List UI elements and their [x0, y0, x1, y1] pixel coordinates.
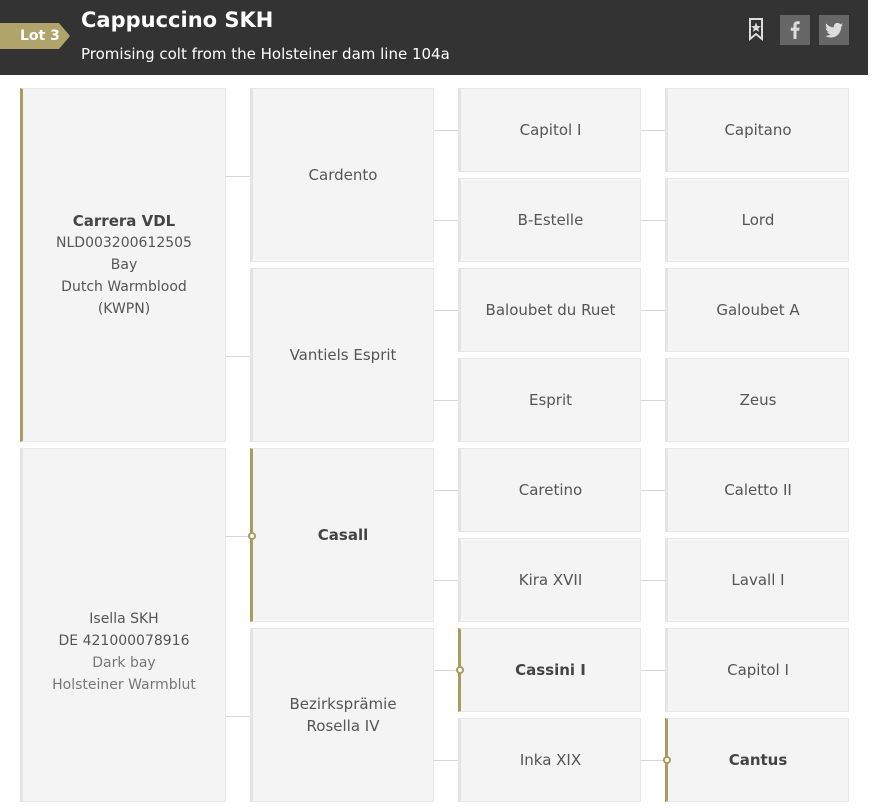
gen3-name-3: Baloubet du Ruet: [485, 301, 616, 319]
gen4-name-6: Lavall I: [731, 571, 785, 589]
bookmark-star-icon[interactable]: [744, 15, 768, 43]
sire-reg-number: NLD003200612505: [56, 235, 192, 251]
dam-sire-name: Casall: [317, 526, 369, 544]
sire-dam-card[interactable]: Vantiels Esprit: [250, 268, 434, 442]
gen4-name-4: Zeus: [739, 391, 777, 409]
gen3-name-1: Capitol I: [519, 121, 582, 139]
gen4-card-3[interactable]: Galoubet A: [665, 268, 849, 352]
gen3-card-6[interactable]: Kira XVII: [458, 538, 641, 622]
dam-name: Isella SKH: [89, 611, 159, 627]
dam-dam-card[interactable]: Bezirksprämie Rosella IV: [250, 628, 434, 802]
gen4-card-4[interactable]: Zeus: [665, 358, 849, 442]
connector-dot: [663, 756, 671, 764]
dam-card[interactable]: Isella SKH DE 421000078916 Dark bay Hols…: [20, 448, 226, 802]
gen3-name-2: B-Estelle: [517, 211, 584, 229]
gen3-card-7[interactable]: Cassini I: [458, 628, 641, 712]
facebook-share-button[interactable]: [780, 15, 810, 45]
gen3-name-6: Kira XVII: [518, 571, 583, 589]
dam-sire-card[interactable]: Casall: [250, 448, 434, 622]
gen3-card-4[interactable]: Esprit: [458, 358, 641, 442]
dam-color: Dark bay: [92, 655, 156, 671]
sire-card[interactable]: Carrera VDL NLD003200612505 Bay Dutch Wa…: [20, 88, 226, 442]
gen4-card-2[interactable]: Lord: [665, 178, 849, 262]
dam-studbook: Holsteiner Warmblut: [52, 677, 196, 693]
sire-sire-name: Cardento: [308, 166, 378, 184]
sire-sire-card[interactable]: Cardento: [250, 88, 434, 262]
gen3-card-1[interactable]: Capitol I: [458, 88, 641, 172]
sire-name: Carrera VDL: [72, 212, 176, 230]
lot-header: Lot 3 Cappuccino SKH Promising colt from…: [0, 0, 868, 75]
gen3-name-5: Caretino: [518, 481, 583, 499]
twitter-share-button[interactable]: [819, 15, 849, 45]
twitter-icon: [825, 22, 843, 38]
horse-title: Cappuccino SKH: [81, 8, 274, 32]
gen4-card-6[interactable]: Lavall I: [665, 538, 849, 622]
gen4-name-8: Cantus: [728, 751, 788, 769]
gen3-name-8: Inka XIX: [519, 751, 582, 769]
lot-badge: Lot 3: [0, 23, 70, 49]
sire-dam-name: Vantiels Esprit: [289, 346, 397, 364]
gen4-name-2: Lord: [741, 211, 775, 229]
gen4-name-1: Capitano: [724, 121, 792, 139]
gen4-card-7[interactable]: Capitol I: [665, 628, 849, 712]
facebook-icon: [790, 21, 800, 39]
connector-dot: [456, 666, 464, 674]
gen4-card-5[interactable]: Caletto II: [665, 448, 849, 532]
dam-dam-name: Bezirksprämie Rosella IV: [289, 695, 397, 735]
gen3-name-4: Esprit: [528, 391, 573, 409]
gen3-name-7: Cassini I: [515, 661, 586, 679]
gen4-card-8[interactable]: Cantus: [665, 718, 849, 802]
gen3-card-2[interactable]: B-Estelle: [458, 178, 641, 262]
sire-studbook: Dutch Warmblood (KWPN): [61, 279, 187, 317]
gen4-name-5: Caletto II: [724, 481, 792, 499]
sire-color: Bay: [110, 257, 138, 273]
gen3-card-8[interactable]: Inka XIX: [458, 718, 641, 802]
horse-subtitle: Promising colt from the Holsteiner dam l…: [81, 45, 450, 63]
connector-dot: [248, 532, 256, 540]
gen3-card-3[interactable]: Baloubet du Ruet: [458, 268, 641, 352]
gen4-card-1[interactable]: Capitano: [665, 88, 849, 172]
dam-reg-number: DE 421000078916: [58, 633, 190, 649]
gen4-name-3: Galoubet A: [716, 301, 800, 319]
gen4-name-7: Capitol I: [727, 661, 789, 679]
gen3-card-5[interactable]: Caretino: [458, 448, 641, 532]
